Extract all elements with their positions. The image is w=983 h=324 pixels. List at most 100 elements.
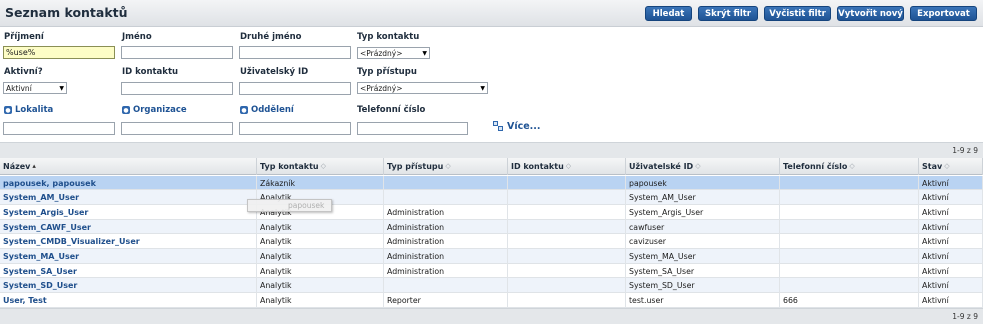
table-row[interactable]: System_SA_User Analytik Administration Syst… [0,263,983,279]
contact-name-link[interactable]: System_MA_User [0,249,257,264]
table-row[interactable]: System_AM_User Analytik System_AM_User Akti… [0,190,983,205]
contact-name-link[interactable]: System_CAWF_User [0,219,257,235]
table-cell: Analytik [257,234,384,249]
table-cell: Aktivní [919,204,983,220]
table-cell [508,278,626,294]
user-id-input[interactable] [239,82,351,95]
table-header: Název ▴ Typ kontaktu ◇ Typ přístupu ◇ ID ko… [0,158,983,175]
pagination-top: 1-9 z 9 [0,142,983,158]
table-cell [508,263,626,279]
hide-filter-button[interactable]: Skrýt filtr [698,6,758,21]
table-cell [780,249,919,264]
table-cell [384,278,508,294]
table-cell: Aktivní [919,263,983,279]
table-cell [508,175,626,191]
contact-id-input[interactable] [121,82,233,95]
column-header-contact-id[interactable]: ID kontaktu ◇ [508,158,626,175]
phone-input[interactable] [357,122,468,135]
contact-name-link[interactable]: User, Test [0,293,257,308]
table-cell [780,219,919,235]
column-header-name[interactable]: Název ▴ [0,158,257,175]
access-type-label: Typ přístupu [357,67,417,77]
department-input[interactable] [239,122,351,135]
contact-type-select[interactable]: <Prázdný> ▼ [357,47,430,59]
location-lookup-link[interactable]: ● Lokalita [4,105,53,115]
contact-type-label: Typ kontaktu [357,32,420,42]
chevron-down-icon: ▼ [59,84,64,92]
add-filter-icon [493,121,504,132]
surname-input[interactable] [3,46,115,59]
active-select[interactable]: Aktivní ▼ [3,82,67,94]
table-cell: Administration [384,263,508,279]
table-row[interactable]: User, Test Analytik Reporter test.user 666 Ak… [0,293,983,308]
access-type-select[interactable]: <Prázdný> ▼ [357,82,488,94]
table-row[interactable]: System_Argis_User Analytik Administration S… [0,204,983,220]
table-cell: cawfuser [626,219,780,235]
table-cell [508,234,626,249]
sort-icon: ◇ [445,162,451,170]
table-cell [780,175,919,191]
table-row[interactable]: System_MA_User Analytik Administration Syst… [0,249,983,264]
table-cell: System_MA_User [626,249,780,264]
table-cell: Administration [384,249,508,264]
table-cell [508,190,626,205]
first-name-input[interactable] [121,46,233,59]
table-cell: 666 [780,293,919,308]
access-type-value: <Prázdný> [360,83,403,93]
middle-name-input[interactable] [239,46,351,59]
contact-name-link[interactable]: System_SA_User [0,263,257,279]
filter-panel: Příjmení Jméno Druhé jméno Typ kontaktu … [0,27,983,142]
contact-name-link[interactable]: papousek, papousek [0,175,257,191]
column-header-user-id[interactable]: Uživatelské ID ◇ [626,158,780,175]
phone-label: Telefonní číslo [357,105,426,115]
drag-ghost: papousek [247,199,332,212]
contact-name-link[interactable]: System_CMDB_Visualizer_User [0,234,257,249]
page-header: Seznam kontaktů Hledat Skrýt filtr Vyčis… [0,0,983,27]
sort-icon: ◇ [849,162,855,170]
search-button[interactable]: Hledat [645,6,692,21]
table-cell: System_Argis_User [626,204,780,220]
contact-name-link[interactable]: System_Argis_User [0,204,257,220]
export-button[interactable]: Exportovat [910,6,977,21]
more-filters-label: Více... [507,121,541,132]
location-label: Lokalita [15,105,54,115]
table-row[interactable]: System_CAWF_User Analytik Administration ca… [0,219,983,235]
contact-name-link[interactable]: System_AM_User [0,190,257,205]
table-row[interactable]: System_CMDB_Visualizer_User Analytik Admin… [0,234,983,249]
table-cell: Reporter [384,293,508,308]
table-cell [780,234,919,249]
sort-ascending-icon: ▴ [32,162,36,170]
chevron-down-icon: ▼ [480,84,485,92]
department-lookup-link[interactable]: ● Oddělení [240,105,294,115]
table-cell [508,219,626,235]
column-header-access-type[interactable]: Typ přístupu ◇ [384,158,508,175]
page-title: Seznam kontaktů [5,5,128,20]
table-cell [384,190,508,205]
toolbar: Hledat Skrýt filtr Vyčistit filtr Vytvoř… [645,6,977,21]
column-header-status[interactable]: Stav ◇ [919,158,983,175]
contact-name-link[interactable]: System_SD_User [0,278,257,294]
organization-label: Organizace [133,105,187,115]
clear-filter-button[interactable]: Vyčistit filtr [764,6,831,21]
organization-lookup-link[interactable]: ● Organizace [122,105,187,115]
table-cell [780,263,919,279]
column-header-phone[interactable]: Telefonní číslo ◇ [780,158,919,175]
table-cell: Analytik [257,293,384,308]
column-header-contact-type[interactable]: Typ kontaktu ◇ [257,158,384,175]
middle-name-label: Druhé jméno [240,32,302,42]
table-cell: Administration [384,234,508,249]
table-cell: Analytik [257,278,384,294]
user-id-label: Uživatelský ID [240,67,309,77]
organization-input[interactable] [121,122,233,135]
table-cell: Analytik [257,263,384,279]
active-label: Aktivní? [4,67,43,77]
table-cell: Aktivní [919,219,983,235]
table-cell: Aktivní [919,293,983,308]
more-filters-link[interactable]: Více... [493,121,541,132]
table-cell: cavizuser [626,234,780,249]
table-row[interactable]: papousek, papousek Zákazník papousek Aktivn… [0,175,983,191]
create-new-button[interactable]: Vytvořit nový [837,6,904,21]
location-input[interactable] [3,122,115,135]
table-row[interactable]: System_SD_User Analytik System_SD_User Akti… [0,278,983,294]
table-cell: Analytik [257,219,384,235]
